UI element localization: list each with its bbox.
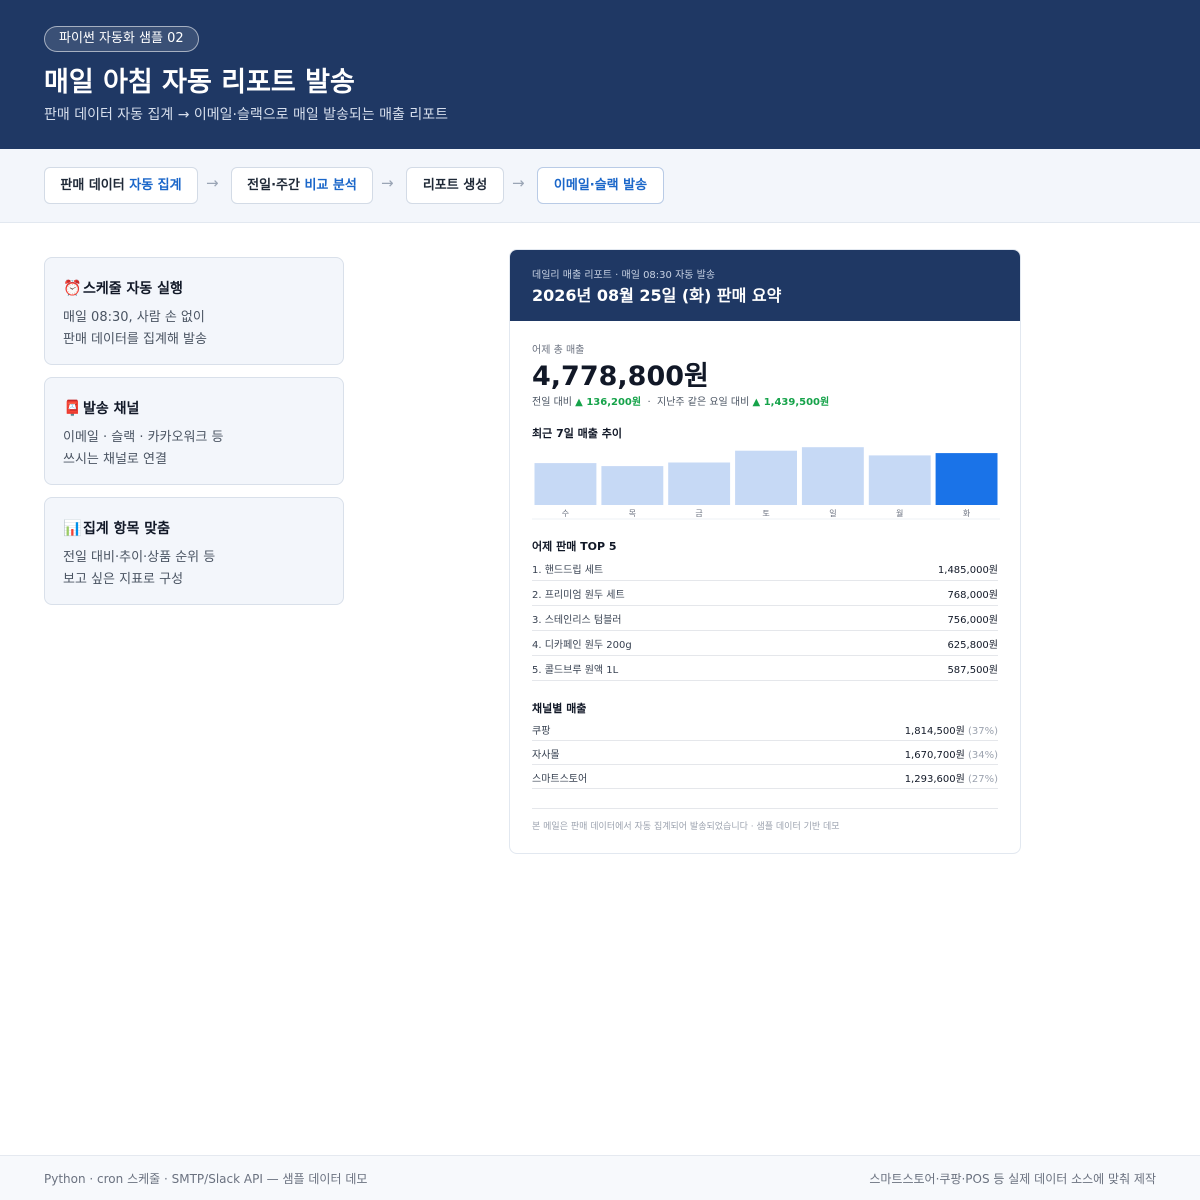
product-amount: 756,000원: [947, 615, 998, 626]
tech-stack-note: Python · cron 스케줄 · SMTP/Slack API — 샘플 …: [44, 1172, 368, 1186]
card-text: 매일 08:30, 사람 손 없이: [63, 310, 205, 325]
product-name: 2. 프리미엄 원두 세트: [532, 590, 625, 601]
sample-badge: 파이썬 자동화 샘플 02: [44, 26, 199, 52]
product-name: 4. 디카페인 원두 200g: [532, 640, 632, 651]
total-sales: 4,778,800원: [532, 361, 709, 392]
prev-day-label: 전일 대비: [532, 397, 572, 408]
channel-title: 채널별 매출: [532, 702, 587, 715]
card-text: 판매 데이터를 집계해 발송: [63, 332, 207, 347]
chart-tick-label: 수: [562, 509, 569, 518]
chart-tick-label: 금: [695, 509, 702, 518]
step-aggregate: 판매 데이터 자동 집계: [44, 167, 198, 204]
chart-bar: [801, 447, 864, 505]
channel-name: 쿠팡: [532, 726, 551, 737]
step-generate: 리포트 생성: [406, 167, 504, 204]
step-highlight: 이메일·슬랙 발송: [553, 178, 648, 193]
chart-bar: [601, 466, 664, 505]
channel-row: 쿠팡 1,814,500원 (37%): [532, 717, 998, 741]
trend-title: 최근 7일 매출 추이: [532, 427, 622, 440]
channel-share: (34%): [967, 750, 998, 761]
chart-tick-label: 일: [829, 509, 836, 518]
product-name: 3. 스테인리스 텀블러: [532, 615, 622, 626]
card-text: 쓰시는 채널로 연결: [63, 452, 167, 467]
weekly-sales-chart: 수목금토일월화: [532, 447, 1000, 520]
separator: ·: [647, 397, 651, 408]
card-text: 전일 대비·추이·상품 순위 등: [63, 550, 216, 565]
prev-day-change: ▲ 136,200원: [575, 397, 642, 408]
process-steps: 판매 데이터 자동 집계 → 전일·주간 비교 분석 → 리포트 생성 → 이메…: [0, 149, 1200, 223]
product-amount: 768,000원: [947, 590, 998, 601]
card-title: 발송 채널: [83, 401, 140, 417]
page-header: 파이썬 자동화 샘플 02 매일 아침 자동 리포트 발송 판매 데이터 자동 …: [0, 0, 1200, 149]
step-highlight: 자동 집계: [129, 178, 182, 193]
channel-amount: 1,670,700원 (34%): [905, 746, 998, 761]
step-send: 이메일·슬랙 발송: [537, 167, 664, 204]
prev-week-change: ▲ 1,439,500원: [752, 397, 830, 408]
chart-bar: [534, 463, 597, 505]
feature-card-metrics: 📊집계 항목 맞춤 전일 대비·추이·상품 순위 등 보고 싶은 지표로 구성: [44, 497, 344, 605]
card-text: 이메일 · 슬랙 · 카카오워크 등: [63, 430, 224, 445]
prev-week-label: 지난주 같은 요일 대비: [657, 397, 750, 408]
feature-card-channels: 📮발송 채널 이메일 · 슬랙 · 카카오워크 등 쓰시는 채널로 연결: [44, 377, 344, 485]
arrow-right-icon: →: [206, 174, 219, 192]
step-highlight: 비교 분석: [304, 178, 357, 193]
channel-row: 자사몰 1,670,700원 (34%): [532, 741, 998, 765]
channel-amount-value: 1,293,600원: [904, 774, 965, 785]
bar-chart-icon: 📊: [63, 519, 82, 537]
step-compare: 전일·주간 비교 분석: [231, 167, 373, 204]
channel-amount: 1,293,600원 (27%): [905, 770, 998, 785]
step-label: 전일·주간: [247, 178, 305, 193]
chart-tick-label: 화: [963, 509, 971, 518]
chart-bar: [868, 455, 931, 505]
channel-share: (27%): [967, 774, 998, 785]
step-label: 판매 데이터: [60, 178, 130, 193]
product-name: 1. 핸드드립 세트: [532, 565, 604, 576]
report-title: 2026년 08월 25일 (화) 판매 요약: [532, 286, 782, 305]
top-products-title: 어제 판매 TOP 5: [532, 540, 617, 553]
chart-tick-label: 월: [896, 508, 903, 518]
feature-card-schedule: ⏰스케줄 자동 실행 매일 08:30, 사람 손 없이 판매 데이터를 집계해…: [44, 257, 344, 365]
page-title: 매일 아침 자동 리포트 발송: [44, 67, 355, 98]
top-product-row: 3. 스테인리스 텀블러 756,000원: [532, 606, 998, 631]
alarm-clock-icon: ⏰: [63, 279, 82, 297]
chart-tick-label: 목: [629, 509, 636, 518]
channel-name: 자사몰: [532, 750, 560, 761]
data-source-note: 스마트스토어·쿠팡·POS 등 실제 데이터 소스에 맞춰 제작: [869, 1172, 1156, 1186]
card-text: 보고 싶은 지표로 구성: [63, 572, 184, 587]
arrow-right-icon: →: [381, 174, 394, 192]
sales-comparison: 전일 대비 ▲ 136,200원 · 지난주 같은 요일 대비 ▲ 1,439,…: [532, 393, 829, 408]
report-footnote: 본 메일은 판매 데이터에서 자동 집계되어 발송되었습니다 · 샘플 데이터 …: [532, 808, 998, 832]
arrow-right-icon: →: [512, 174, 525, 192]
product-amount: 625,800원: [947, 640, 998, 651]
product-amount: 587,500원: [947, 665, 998, 676]
mailbox-icon: 📮: [63, 399, 82, 417]
chart-tick-label: 토: [762, 509, 769, 518]
top-product-row: 1. 핸드드립 세트 1,485,000원: [532, 556, 998, 581]
card-title: 스케줄 자동 실행: [83, 281, 183, 297]
chart-bar: [735, 450, 797, 505]
card-title: 집계 항목 맞춤: [83, 521, 171, 537]
channel-amount: 1,814,500원 (37%): [905, 722, 998, 737]
channel-amount-value: 1,670,700원: [904, 750, 965, 761]
product-name: 5. 콜드브루 원액 1L: [532, 665, 619, 676]
channel-name: 스마트스토어: [532, 774, 588, 785]
top-product-row: 2. 프리미엄 원두 세트 768,000원: [532, 581, 998, 606]
report-header: 데일리 매출 리포트 · 매일 08:30 자동 발송 2026년 08월 25…: [510, 250, 1020, 321]
top-product-row: 4. 디카페인 원두 200g 625,800원: [532, 631, 998, 656]
top-product-row: 5. 콜드브루 원액 1L 587,500원: [532, 656, 998, 681]
report-caption: 데일리 매출 리포트 · 매일 08:30 자동 발송: [532, 270, 716, 281]
chart-bar: [935, 453, 998, 505]
channel-row: 스마트스토어 1,293,600원 (27%): [532, 765, 998, 789]
channel-share: (37%): [967, 726, 998, 737]
chart-bar: [668, 462, 731, 505]
product-amount: 1,485,000원: [937, 565, 998, 576]
channel-amount-value: 1,814,500원: [904, 726, 965, 737]
page-subtitle: 판매 데이터 자동 집계 → 이메일·슬랙으로 매일 발송되는 매출 리포트: [44, 107, 448, 123]
page-footer: Python · cron 스케줄 · SMTP/Slack API — 샘플 …: [0, 1155, 1200, 1200]
report-preview: 데일리 매출 리포트 · 매일 08:30 자동 발송 2026년 08월 25…: [509, 249, 1021, 854]
step-label: 리포트 생성: [422, 178, 488, 193]
